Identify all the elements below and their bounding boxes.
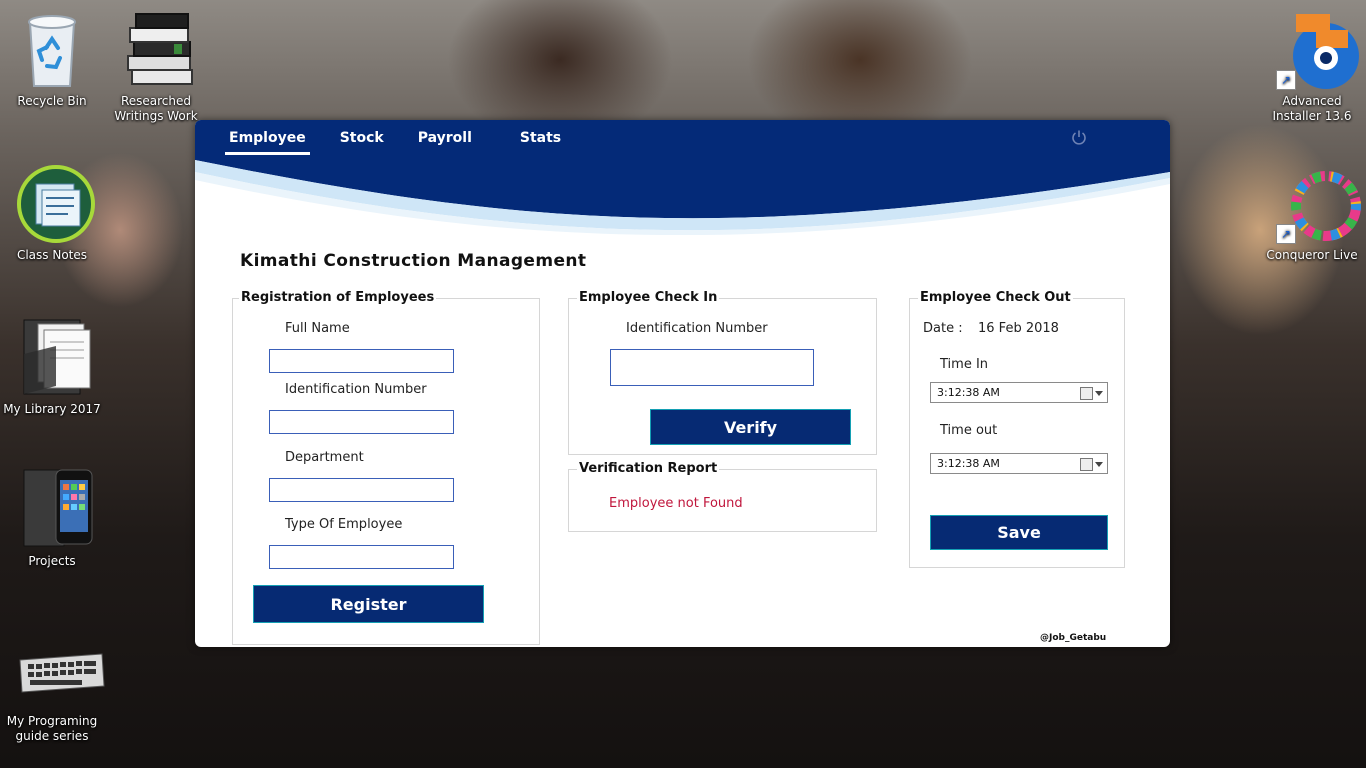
time-in-picker[interactable]: 3:12:38 AM — [930, 382, 1108, 403]
time-in-label: Time In — [940, 357, 989, 372]
verification-report-group: Verification Report Employee not Found — [568, 461, 877, 532]
shortcut-arrow-icon: ↗ — [1276, 70, 1296, 90]
save-button[interactable]: Save — [930, 515, 1108, 550]
dropdown-arrow-icon — [1095, 462, 1103, 467]
time-out-label: Time out — [940, 423, 998, 438]
desktop-icon-projects[interactable]: Projects — [2, 468, 102, 569]
desktop-icon-label: Conqueror Live — [1266, 248, 1358, 262]
desktop-icon-programing-guide[interactable]: My Programing guide series — [2, 640, 105, 744]
register-button[interactable]: Register — [253, 585, 484, 623]
full-name-label: Full Name — [285, 321, 350, 336]
phone-folder-icon — [16, 468, 93, 550]
desktop-icon-my-library[interactable]: My Library 2017 — [2, 316, 102, 417]
desktop-icon-label: Researched Writings Work — [114, 94, 198, 123]
calendar-icon — [1080, 387, 1093, 400]
dropdown-arrow-icon — [1095, 391, 1103, 396]
desktop-icon-label: My Programing guide series — [6, 714, 98, 743]
desktop-icon-label: Projects — [28, 554, 76, 568]
advanced-installer-icon: ↗ — [1276, 8, 1359, 90]
check-out-legend: Employee Check Out — [918, 290, 1073, 305]
tab-stock[interactable]: Stock — [336, 128, 388, 155]
tab-payroll[interactable]: Payroll — [414, 128, 476, 155]
folder-icon — [16, 316, 91, 398]
employee-type-input[interactable] — [269, 545, 454, 569]
id-number-input[interactable] — [269, 410, 454, 434]
desktop-icon-researched-writings[interactable]: Researched Writings Work — [106, 8, 206, 124]
desktop-icon-advanced-installer[interactable]: ↗ Advanced Installer 13.6 — [1262, 8, 1362, 124]
employee-type-label: Type Of Employee — [285, 517, 403, 532]
time-in-value: 3:12:38 AM — [937, 386, 1000, 399]
time-out-value: 3:12:38 AM — [937, 457, 1000, 470]
check-in-id-input[interactable] — [610, 349, 814, 386]
desktop-icon-label: Recycle Bin — [17, 94, 87, 108]
recycle-bin-icon — [16, 8, 88, 90]
registration-legend: Registration of Employees — [239, 290, 437, 305]
department-label: Department — [285, 450, 364, 465]
desktop-icon-label: Advanced Installer 13.6 — [1272, 94, 1352, 123]
check-in-legend: Employee Check In — [577, 290, 720, 305]
power-icon[interactable] — [1071, 129, 1087, 145]
app-window: Employee Stock Payroll Stats Kimathi Con… — [195, 120, 1170, 647]
check-out-group: Employee Check Out Date : 16 Feb 2018 Ti… — [909, 290, 1125, 568]
keyboard-icon — [16, 640, 105, 710]
desktop-icon-class-notes[interactable]: Class Notes — [2, 162, 102, 263]
calendar-icon — [1080, 458, 1093, 471]
verify-button[interactable]: Verify — [650, 409, 851, 445]
desktop-icon-conqueror-live[interactable]: ↗ Conqueror Live — [1262, 162, 1362, 263]
date-label: Date : — [923, 321, 963, 336]
registration-group: Registration of Employees Full Name Iden… — [232, 290, 540, 645]
desktop-icon-recycle-bin[interactable]: Recycle Bin — [2, 8, 102, 109]
shortcut-arrow-icon: ↗ — [1276, 224, 1296, 244]
check-in-group: Employee Check In Identification Number … — [568, 290, 877, 455]
department-input[interactable] — [269, 478, 454, 502]
id-number-label: Identification Number — [285, 382, 427, 397]
tab-stats[interactable]: Stats — [516, 128, 565, 155]
verification-message: Employee not Found — [609, 496, 743, 511]
conqueror-icon: ↗ — [1276, 162, 1361, 244]
desktop-icon-label: My Library 2017 — [3, 402, 101, 416]
check-in-id-label: Identification Number — [626, 321, 768, 336]
desktop-icon-label: Class Notes — [16, 248, 88, 262]
verification-report-legend: Verification Report — [577, 461, 720, 476]
page-title: Kimathi Construction Management — [240, 251, 587, 271]
main-nav: Employee Stock Payroll Stats — [225, 128, 591, 155]
class-notes-icon — [16, 162, 95, 244]
full-name-input[interactable] — [269, 349, 454, 373]
time-out-picker[interactable]: 3:12:38 AM — [930, 453, 1108, 474]
books-icon — [120, 8, 193, 90]
tab-employee[interactable]: Employee — [225, 128, 310, 155]
date-value: 16 Feb 2018 — [978, 321, 1059, 336]
author-watermark: @Job_Getabu — [1040, 633, 1107, 643]
